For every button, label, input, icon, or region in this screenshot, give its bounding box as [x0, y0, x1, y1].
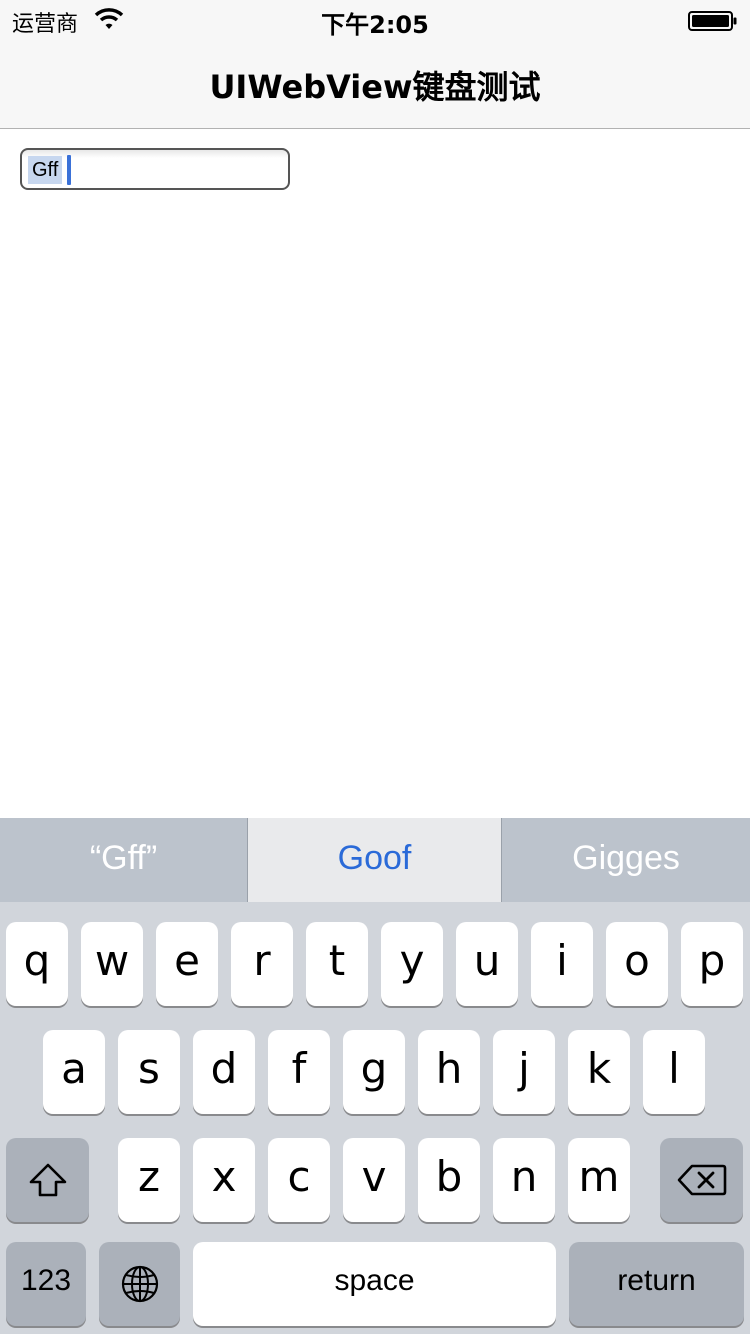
- key-w[interactable]: w: [81, 922, 143, 1006]
- key-q[interactable]: q: [6, 922, 68, 1006]
- key-c[interactable]: c: [268, 1138, 330, 1222]
- suggestion-alt[interactable]: Gigges: [502, 818, 750, 902]
- key-m[interactable]: m: [568, 1138, 630, 1222]
- text-cursor: [67, 155, 71, 185]
- key-g[interactable]: g: [343, 1030, 405, 1114]
- globe-icon: [121, 1265, 158, 1303]
- web-view: Gff: [0, 129, 750, 818]
- globe-key[interactable]: [99, 1242, 180, 1326]
- battery-icon: [688, 11, 737, 31]
- space-key[interactable]: space: [193, 1242, 556, 1326]
- key-r[interactable]: r: [231, 922, 293, 1006]
- suggestion-literal[interactable]: “Gff”: [0, 818, 247, 902]
- key-s[interactable]: s: [118, 1030, 180, 1114]
- key-a[interactable]: a: [43, 1030, 105, 1114]
- key-t[interactable]: t: [306, 922, 368, 1006]
- key-v[interactable]: v: [343, 1138, 405, 1222]
- key-x[interactable]: x: [193, 1138, 255, 1222]
- keyboard: “Gff” Goof Gigges q w e r t y u i o p a …: [0, 818, 750, 1334]
- key-d[interactable]: d: [193, 1030, 255, 1114]
- delete-key[interactable]: [660, 1138, 743, 1222]
- key-y[interactable]: y: [381, 922, 443, 1006]
- key-k[interactable]: k: [568, 1030, 630, 1114]
- input-selected-text: Gff: [28, 156, 63, 184]
- backspace-icon: [677, 1164, 726, 1196]
- key-h[interactable]: h: [418, 1030, 480, 1114]
- text-input-field[interactable]: Gff: [20, 148, 290, 190]
- shift-key[interactable]: [6, 1138, 89, 1222]
- key-z[interactable]: z: [118, 1138, 180, 1222]
- key-j[interactable]: j: [493, 1030, 555, 1114]
- key-l[interactable]: l: [643, 1030, 705, 1114]
- return-key[interactable]: return: [569, 1242, 744, 1326]
- key-i[interactable]: i: [531, 922, 593, 1006]
- shift-icon: [29, 1163, 66, 1197]
- navigation-bar: UIWebView键盘测试: [0, 40, 750, 129]
- predictive-bar: “Gff” Goof Gigges: [0, 818, 750, 902]
- suggestion-autocorrect[interactable]: Goof: [248, 818, 501, 902]
- status-time: 下午2:05: [321, 11, 429, 39]
- key-o[interactable]: o: [606, 922, 668, 1006]
- page-title: UIWebView键盘测试: [209, 68, 541, 106]
- key-f[interactable]: f: [268, 1030, 330, 1114]
- key-e[interactable]: e: [156, 922, 218, 1006]
- key-u[interactable]: u: [456, 922, 518, 1006]
- status-bar: 运营商 下午2:05: [0, 0, 750, 40]
- key-b[interactable]: b: [418, 1138, 480, 1222]
- key-n[interactable]: n: [493, 1138, 555, 1222]
- key-p[interactable]: p: [681, 922, 743, 1006]
- numbers-key[interactable]: 123: [6, 1242, 86, 1326]
